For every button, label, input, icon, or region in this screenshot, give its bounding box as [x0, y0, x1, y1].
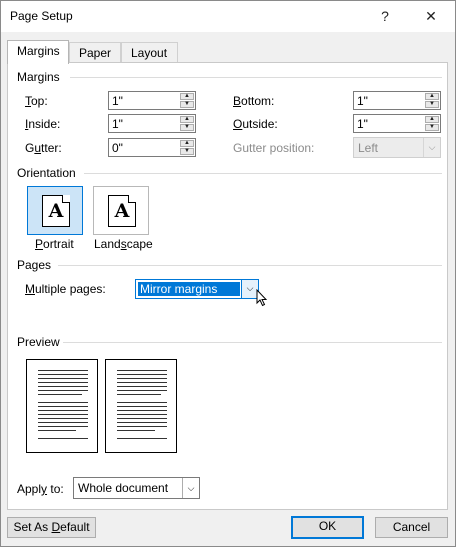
tab-paper[interactable]: Paper — [69, 42, 121, 63]
dialog-title: Page Setup — [10, 9, 73, 23]
close-button[interactable]: ✕ — [408, 1, 454, 32]
top-margin-value[interactable]: 1" — [112, 94, 123, 108]
cancel-button[interactable]: Cancel — [375, 517, 448, 538]
spin-down-icon[interactable]: ▼ — [180, 124, 194, 131]
preview-left-page — [26, 359, 98, 453]
chevron-down-icon[interactable]: ⌵ — [182, 478, 199, 498]
outside-margin-spinner[interactable]: 1" ▲ ▼ — [353, 114, 441, 133]
orientation-divider — [84, 173, 442, 174]
inside-margin-spinner[interactable]: 1" ▲ ▼ — [108, 114, 196, 133]
help-icon: ? — [381, 8, 389, 24]
spin-down-icon[interactable]: ▼ — [180, 148, 194, 155]
title-bar: Page Setup ? ✕ — [1, 1, 455, 32]
page-setup-dialog: Page Setup ? ✕ Margins Paper Layout Marg… — [0, 0, 456, 547]
gutter-value[interactable]: 0" — [112, 141, 123, 155]
preview-section-title: Preview — [17, 335, 60, 349]
gutter-position-select: Left ⌵ — [353, 137, 441, 158]
outside-margin-value[interactable]: 1" — [357, 117, 368, 131]
apply-to-label: Apply to: — [17, 482, 64, 496]
chevron-down-icon: ⌵ — [423, 138, 440, 157]
top-label: Top: — [25, 94, 48, 108]
gutter-label: Gutter: — [25, 141, 62, 155]
landscape-page-icon: A — [108, 195, 136, 227]
mouse-cursor-icon — [256, 289, 268, 307]
spin-down-icon[interactable]: ▼ — [425, 124, 439, 131]
apply-to-select[interactable]: Whole document ⌵ — [73, 477, 200, 499]
gutter-spinner[interactable]: 0" ▲ ▼ — [108, 138, 196, 157]
close-icon: ✕ — [425, 8, 437, 24]
inside-margin-value[interactable]: 1" — [112, 117, 123, 131]
bottom-label: Bottom: — [233, 94, 275, 108]
spin-up-icon[interactable]: ▲ — [180, 140, 194, 147]
spin-down-icon[interactable]: ▼ — [425, 101, 439, 108]
spin-down-icon[interactable]: ▼ — [180, 101, 194, 108]
portrait-page-icon: A — [42, 195, 70, 227]
spin-up-icon[interactable]: ▲ — [425, 116, 439, 123]
tab-layout[interactable]: Layout — [121, 42, 178, 63]
margins-panel: Margins Top: 1" ▲ ▼ Bottom: 1" ▲ ▼ Insid… — [7, 62, 448, 510]
preview-right-page — [105, 359, 177, 453]
margins-divider — [70, 77, 442, 78]
bottom-margin-value[interactable]: 1" — [357, 94, 368, 108]
multiple-pages-value[interactable]: Mirror margins — [138, 282, 240, 296]
portrait-option[interactable]: A — [27, 186, 83, 235]
outside-label: Outside: — [233, 117, 278, 131]
gutter-position-value: Left — [358, 141, 379, 155]
margins-section-title: Margins — [17, 70, 60, 84]
multiple-pages-label: Multiple pages: — [25, 282, 106, 296]
inside-label: Inside: — [25, 117, 61, 131]
preview-divider — [63, 342, 442, 343]
gutter-position-label: Gutter position: — [233, 141, 315, 155]
pages-divider — [58, 265, 442, 266]
multiple-pages-select[interactable]: Mirror margins ⌵ — [135, 279, 259, 299]
apply-to-value[interactable]: Whole document — [78, 481, 168, 495]
tab-margins[interactable]: Margins — [7, 40, 69, 64]
orientation-section-title: Orientation — [17, 166, 76, 180]
landscape-label: Landscape — [94, 237, 153, 251]
ok-button[interactable]: OK — [291, 516, 364, 539]
spin-up-icon[interactable]: ▲ — [180, 116, 194, 123]
spin-up-icon[interactable]: ▲ — [180, 93, 194, 100]
portrait-label: Portrait — [35, 237, 74, 251]
set-as-default-button[interactable]: Set As Default — [7, 517, 96, 538]
top-margin-spinner[interactable]: 1" ▲ ▼ — [108, 91, 196, 110]
bottom-margin-spinner[interactable]: 1" ▲ ▼ — [353, 91, 441, 110]
help-button[interactable]: ? — [362, 1, 408, 32]
spin-up-icon[interactable]: ▲ — [425, 93, 439, 100]
landscape-option[interactable]: A — [93, 186, 149, 235]
pages-section-title: Pages — [17, 258, 52, 272]
